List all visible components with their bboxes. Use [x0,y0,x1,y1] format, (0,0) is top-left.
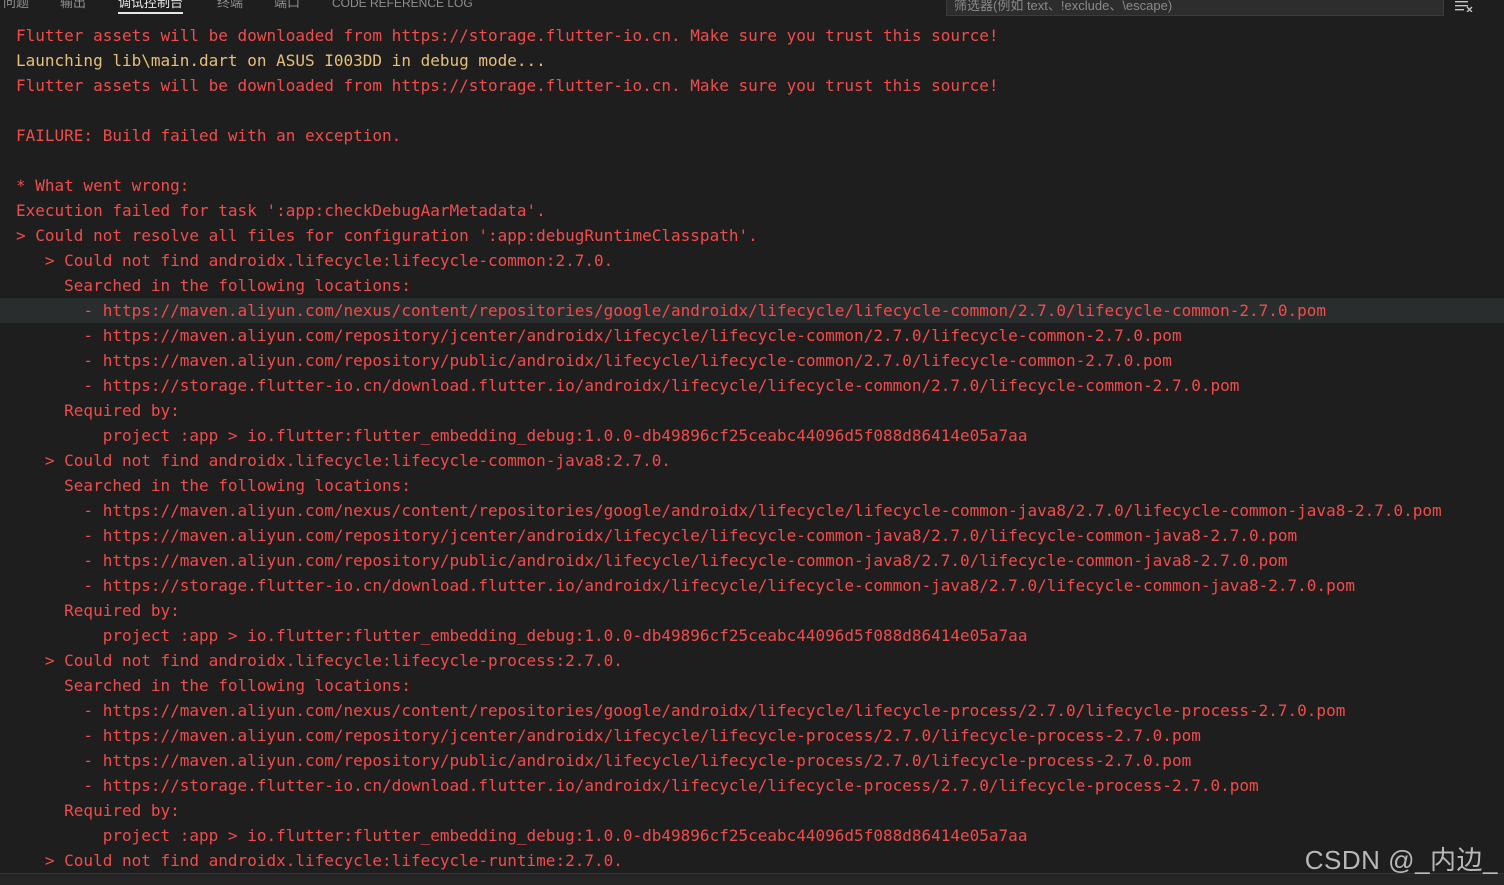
console-line: - https://maven.aliyun.com/repository/pu… [16,351,1172,370]
tab-code-reference-log[interactable]: CODE REFERENCE LOG [332,0,473,11]
console-line: FAILURE: Build failed with an exception. [16,126,402,145]
console-line: - https://maven.aliyun.com/repository/jc… [16,526,1298,545]
console-line: - https://storage.flutter-io.cn/download… [16,576,1355,595]
console-line: - https://maven.aliyun.com/nexus/content… [16,501,1442,520]
console-line: Searched in the following locations: [16,276,411,295]
console-line: Execution failed for task ':app:checkDeb… [16,201,546,220]
console-line: > Could not resolve all files for config… [16,226,758,245]
panel-bottom-border [0,873,1504,885]
console-line: Required by: [16,801,180,820]
console-line: Searched in the following locations: [16,676,411,695]
console-line: - https://maven.aliyun.com/nexus/content… [0,298,1504,323]
console-line: > Could not find androidx.lifecycle:life… [16,851,623,870]
console-line: - https://maven.aliyun.com/repository/jc… [16,326,1182,345]
console-line: > Could not find androidx.lifecycle:life… [16,451,672,470]
console-line: - https://storage.flutter-io.cn/download… [16,376,1240,395]
console-line: Flutter assets will be downloaded from h… [16,76,999,95]
console-line: - https://maven.aliyun.com/repository/pu… [16,551,1288,570]
console-line: > Could not find androidx.lifecycle:life… [16,251,614,270]
console-line: - https://storage.flutter-io.cn/download… [16,776,1259,795]
debug-console-output[interactable]: Flutter assets will be downloaded from h… [0,23,1504,873]
tab-terminal[interactable]: 终端 [217,0,243,11]
console-line: - https://maven.aliyun.com/repository/pu… [16,751,1192,770]
tab-output[interactable]: 输出 [60,0,86,11]
console-line: Required by: [16,601,180,620]
console-line: project :app > io.flutter:flutter_embedd… [16,626,1028,645]
console-line: - https://maven.aliyun.com/nexus/content… [16,701,1346,720]
tab-debug-console[interactable]: 调试控制台 [118,0,184,14]
tab-ports[interactable]: 端口 [274,0,300,11]
csdn-watermark: CSDN @_内边_ [1304,845,1498,875]
console-line: Required by: [16,401,180,420]
clear-console-icon[interactable] [1455,0,1473,12]
console-line: > Could not find androidx.lifecycle:life… [16,651,623,670]
console-line: Searched in the following locations: [16,476,411,495]
console-line: * What went wrong: [16,176,190,195]
console-line: - https://maven.aliyun.com/repository/jc… [16,726,1201,745]
console-line: Flutter assets will be downloaded from h… [16,26,999,45]
console-line: project :app > io.flutter:flutter_embedd… [16,426,1028,445]
tab-problems[interactable]: 问题 [3,0,29,11]
console-line: project :app > io.flutter:flutter_embedd… [16,826,1028,845]
console-line: Launching lib\main.dart on ASUS I003DD i… [16,51,546,70]
console-filter-input[interactable] [946,0,1444,16]
